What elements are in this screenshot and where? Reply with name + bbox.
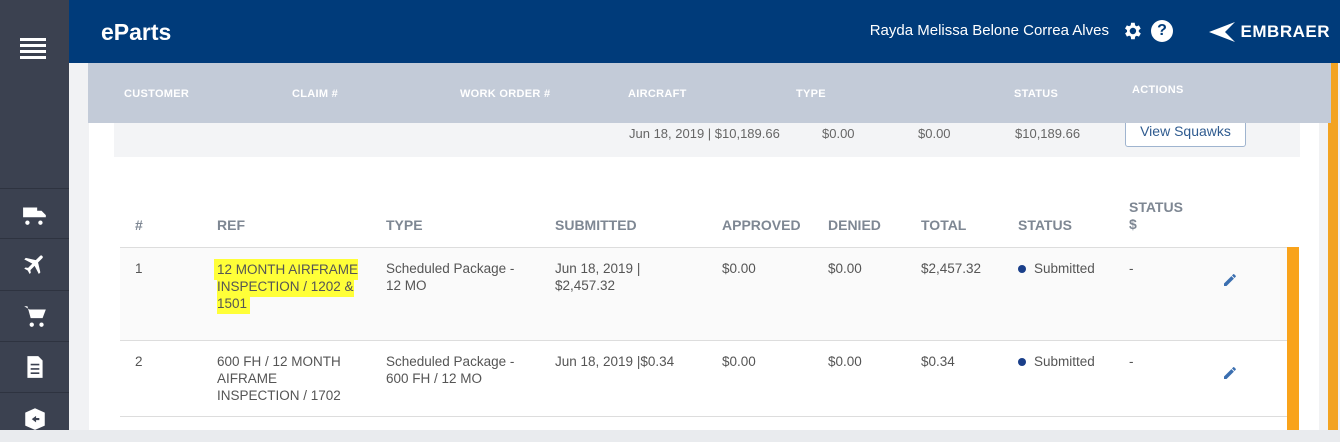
row-type: Scheduled Package - 600 FH / 12 MO	[386, 354, 515, 386]
status-dot-icon	[1018, 265, 1026, 274]
row-type: Scheduled Package - 12 MO	[386, 261, 515, 293]
sidebar-item-aircraft[interactable]	[0, 238, 69, 288]
row-submitted: Jun 18, 2019 |$0.34	[555, 354, 675, 369]
edit-pencil-icon[interactable]	[1222, 272, 1238, 288]
col-customer[interactable]: CUSTOMER	[124, 88, 189, 100]
status-dot-icon	[1018, 358, 1026, 367]
row-status-amount: -	[1129, 354, 1134, 369]
col-actions: ACTIONS	[1132, 84, 1184, 96]
sidebar-item-shipping[interactable]	[0, 188, 69, 238]
document-icon	[26, 355, 43, 378]
col-work-order[interactable]: WORK ORDER #	[460, 88, 550, 100]
row-accent-bar	[1287, 247, 1299, 430]
row-approved: $0.00	[722, 261, 756, 276]
row-status: Submitted	[1018, 353, 1095, 370]
th-status: STATUS	[1018, 217, 1072, 233]
claims-column-header: CUSTOMER CLAIM # WORK ORDER # AIRCRAFT T…	[88, 63, 1331, 123]
gear-icon[interactable]	[1121, 20, 1143, 42]
edit-pencil-icon[interactable]	[1222, 365, 1238, 381]
row-total: $2,457.32	[921, 261, 982, 276]
logo-text: EMBRAER	[1240, 22, 1330, 41]
th-number: #	[135, 217, 143, 233]
th-submitted: SUBMITTED	[555, 217, 637, 233]
row-status-label: Submitted	[1034, 261, 1095, 276]
summary-submitted: Jun 18, 2019 | $10,189.66	[629, 126, 780, 141]
summary-approved: $0.00	[822, 126, 855, 141]
row-denied: $0.00	[828, 261, 862, 276]
sidebar-item-documents[interactable]	[0, 341, 69, 391]
col-claim[interactable]: CLAIM #	[292, 88, 338, 100]
th-total: TOTAL	[921, 217, 967, 233]
row-denied: $0.00	[828, 354, 862, 369]
package-return-icon	[24, 407, 45, 430]
row-status-amount: -	[1129, 261, 1134, 276]
row-ref-cell: 12 MONTH AIRFRAME INSPECTION / 1202 & 15…	[217, 261, 359, 312]
airplane-icon	[23, 255, 43, 274]
brand-title[interactable]: eParts	[101, 19, 171, 46]
embraer-logo: EMBRAER	[1208, 20, 1330, 44]
row-approved: $0.00	[722, 354, 756, 369]
table-row[interactable]: 2 600 FH / 12 MONTH AIFRAME INSPECTION /…	[120, 341, 1287, 417]
row-ref: 600 FH / 12 MONTH AIFRAME INSPECTION / 1…	[217, 354, 341, 403]
row-total: $0.34	[921, 354, 955, 369]
sidebar	[0, 0, 69, 430]
summary-denied: $0.00	[918, 126, 951, 141]
th-denied: DENIED	[828, 217, 881, 233]
th-ref: REF	[217, 217, 245, 233]
summary-total: $10,189.66	[1015, 126, 1081, 141]
user-name[interactable]: Rayda Melissa Belone Correa Alves	[870, 22, 1109, 39]
squawks-table: # REF TYPE SUBMITTED APPROVED DENIED TOT…	[120, 198, 1287, 417]
row-number: 2	[135, 354, 143, 369]
claim-summary-row: Jun 18, 2019 | $10,189.66 $0.00 $0.00 $1…	[114, 115, 1300, 157]
table-header: # REF TYPE SUBMITTED APPROVED DENIED TOT…	[120, 198, 1287, 248]
row-status-label: Submitted	[1034, 354, 1095, 369]
row-ref: 12 MONTH AIRFRAME INSPECTION / 1202 & 15…	[217, 262, 359, 311]
col-status[interactable]: STATUS	[1014, 88, 1058, 100]
main-content: CUSTOMER CLAIM # WORK ORDER # AIRCRAFT T…	[69, 63, 1340, 430]
col-aircraft[interactable]: AIRCRAFT	[628, 88, 687, 100]
th-status-amount: STATUS $	[1129, 199, 1183, 232]
help-icon[interactable]: ?	[1151, 20, 1173, 42]
th-approved: APPROVED	[722, 217, 801, 233]
table-row[interactable]: 1 12 MONTH AIRFRAME INSPECTION / 1202 & …	[120, 248, 1287, 341]
row-status: Submitted	[1018, 260, 1095, 277]
sidebar-item-returns[interactable]	[0, 392, 69, 442]
hamburger-menu-icon[interactable]	[20, 38, 46, 60]
embraer-logo-icon	[1208, 22, 1235, 42]
row-submitted: Jun 18, 2019 | $2,457.32	[555, 261, 641, 293]
cart-icon	[23, 305, 46, 327]
sidebar-item-cart[interactable]	[0, 290, 69, 340]
row-number: 1	[135, 261, 143, 276]
truck-icon	[22, 207, 46, 225]
col-type[interactable]: TYPE	[796, 88, 826, 100]
top-header: eParts Rayda Melissa Belone Correa Alves…	[69, 0, 1340, 63]
th-type: TYPE	[386, 217, 423, 233]
